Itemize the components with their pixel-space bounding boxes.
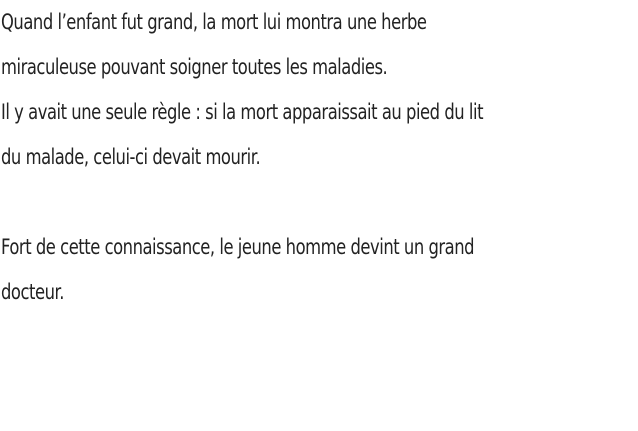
story-line: Fort de cette connaissance, le jeune hom…	[1, 235, 475, 259]
story-line: du malade, celui-ci devait mourir.	[1, 145, 261, 169]
story-line: Quand l’enfant fut grand, la mort lui mo…	[1, 10, 427, 34]
story-line: miraculeuse pouvant soigner toutes les m…	[1, 55, 388, 79]
story-line: docteur.	[1, 280, 65, 304]
story-line: Il y avait une seule règle : si la mort …	[1, 100, 484, 124]
story-text: Quand l’enfant fut grand, la mort lui mo…	[1, 0, 497, 315]
